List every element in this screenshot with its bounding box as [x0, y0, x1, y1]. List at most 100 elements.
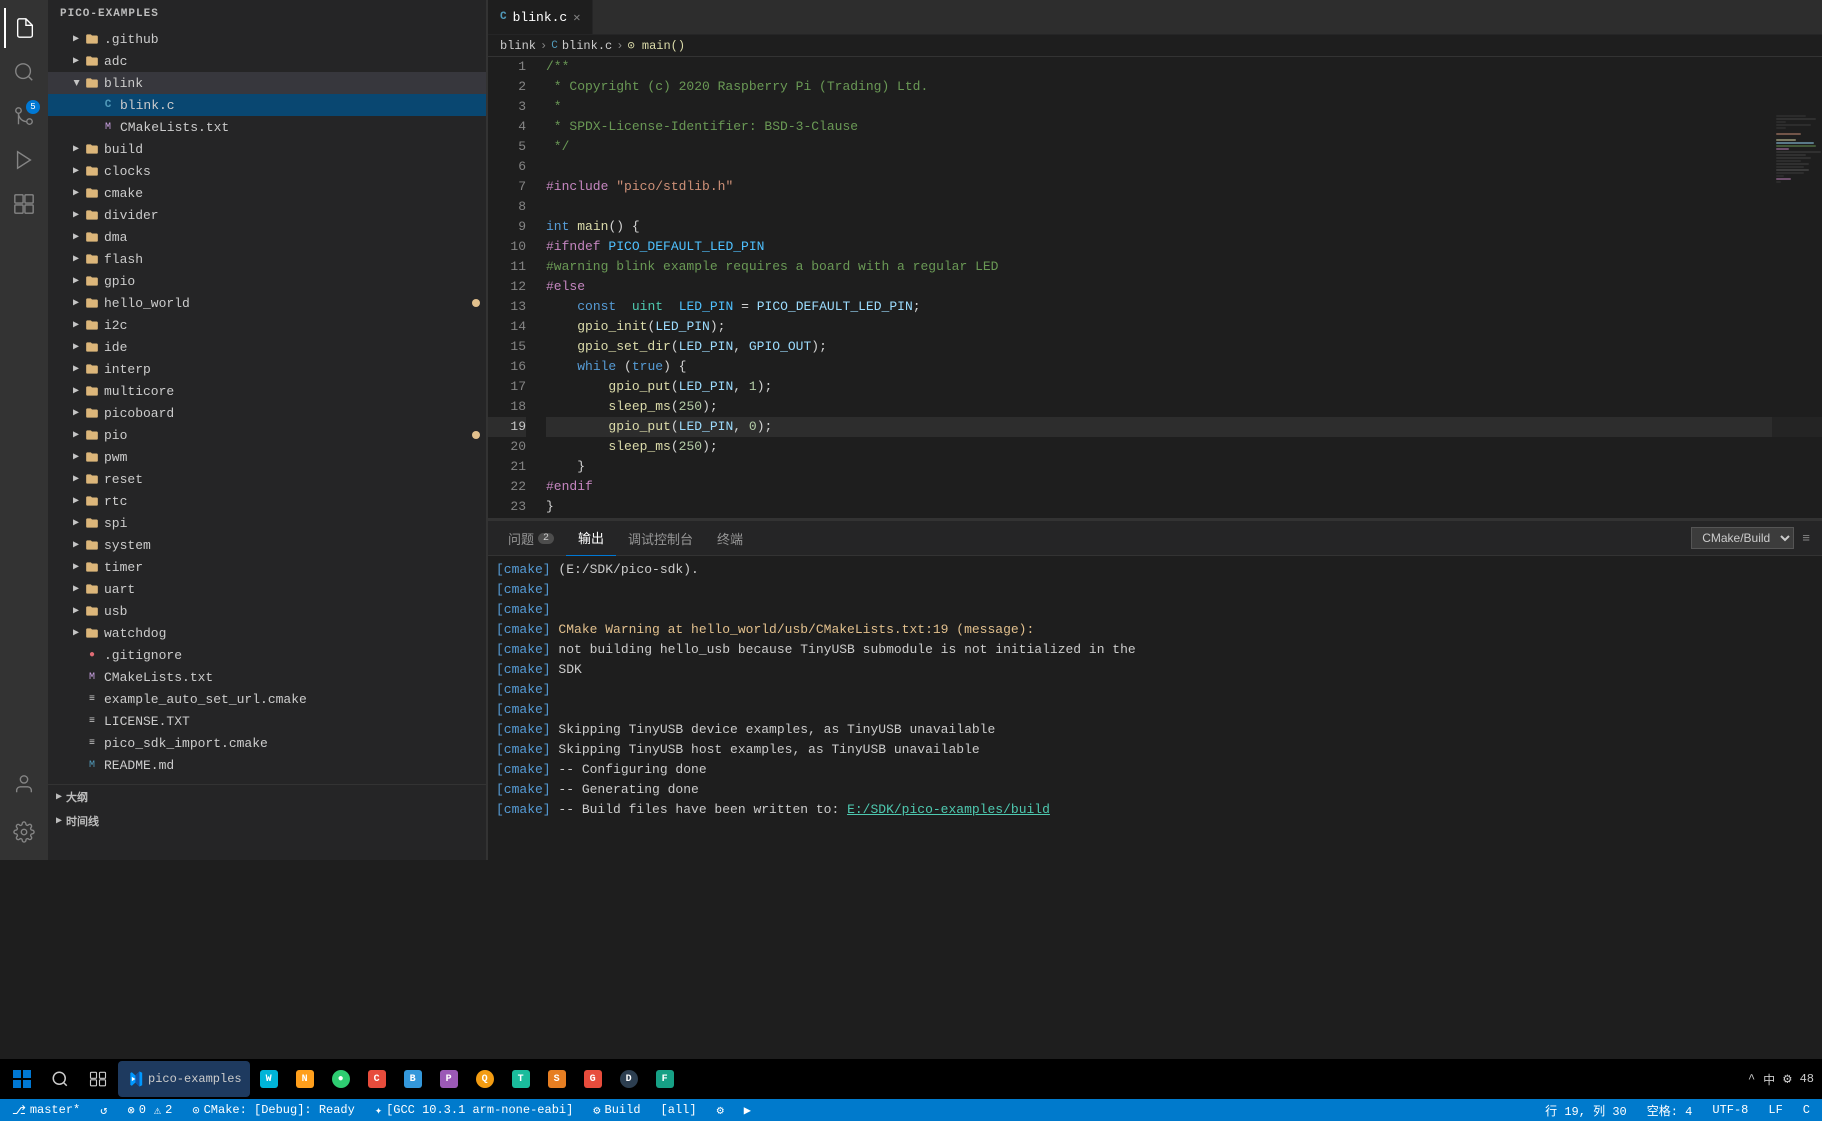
sidebar-item-ide[interactable]: ▶ ide: [48, 336, 488, 358]
tab-output[interactable]: 输出: [566, 521, 616, 556]
run-activitybar-icon[interactable]: [4, 140, 44, 180]
taskbar-app-5[interactable]: C: [360, 1061, 394, 1097]
sidebar-item-picoboard[interactable]: ▶ picoboard: [48, 402, 488, 424]
sidebar-item-license[interactable]: ▶ ≡ LICENSE.TXT: [48, 710, 488, 732]
taskbar-app-4[interactable]: ●: [324, 1061, 358, 1097]
git-branch-status[interactable]: ⎇ master*: [8, 1099, 84, 1121]
sidebar-item-uart[interactable]: ▶ uart: [48, 578, 488, 600]
code-content[interactable]: /** * Copyright (c) 2020 Raspberry Pi (T…: [538, 57, 1822, 520]
search-activitybar-icon[interactable]: [4, 52, 44, 92]
breadcrumb-item-blink[interactable]: blink: [500, 39, 536, 53]
taskbar-app-6[interactable]: B: [396, 1061, 430, 1097]
sidebar-item-cmakelists-root[interactable]: ▶ M CMakeLists.txt: [48, 666, 488, 688]
settings-activitybar-icon[interactable]: [4, 812, 44, 852]
language-mode-status[interactable]: C: [1799, 1099, 1814, 1121]
sidebar-item-system[interactable]: ▶ system: [48, 534, 488, 556]
terminal-dropdown[interactable]: CMake/Build: [1691, 527, 1794, 549]
sidebar-item-hello-world[interactable]: ▶ hello_world: [48, 292, 488, 314]
sidebar-item-label-cmakelists-root: CMakeLists.txt: [104, 670, 480, 685]
sidebar-item-multicore[interactable]: ▶ multicore: [48, 380, 488, 402]
sidebar-item-adc[interactable]: ▶ adc: [48, 50, 488, 72]
source-control-activitybar-icon[interactable]: 5: [4, 96, 44, 136]
tray-settings[interactable]: ⚙: [1783, 1071, 1791, 1088]
tab-terminal[interactable]: 终端: [705, 521, 755, 556]
explorer-icon[interactable]: [4, 8, 44, 48]
sidebar-item-interp[interactable]: ▶ interp: [48, 358, 488, 380]
start-button[interactable]: [4, 1061, 40, 1097]
timeline-section-header[interactable]: ▶ 时间线: [48, 809, 488, 833]
sidebar-item-label-github: .github: [104, 32, 480, 47]
taskbar-app-10[interactable]: S: [540, 1061, 574, 1097]
sidebar-item-build[interactable]: ▶ build: [48, 138, 488, 160]
tray-chevron[interactable]: ^: [1748, 1072, 1755, 1086]
folder-icon-i2c: [84, 317, 100, 333]
taskbar-app-11[interactable]: G: [576, 1061, 610, 1097]
taskbar-search[interactable]: [42, 1061, 78, 1097]
taskbar-app-13[interactable]: F: [648, 1061, 682, 1097]
tab-problems[interactable]: 问题 2: [496, 521, 566, 556]
cmake-status-item[interactable]: ⊙ CMake: [Debug]: Ready: [188, 1099, 358, 1121]
extensions-activitybar-icon[interactable]: [4, 184, 44, 224]
sidebar-item-github[interactable]: ▶ .github: [48, 28, 488, 50]
sidebar-item-clocks[interactable]: ▶ clocks: [48, 160, 488, 182]
breadcrumb-item-main[interactable]: ⊙ main(): [627, 38, 685, 53]
sidebar-item-pwm[interactable]: ▶ pwm: [48, 446, 488, 468]
sidebar-item-reset[interactable]: ▶ reset: [48, 468, 488, 490]
compiler-status[interactable]: ✦ [GCC 10.3.1 arm-none-eabi]: [371, 1099, 577, 1121]
taskbar-app-2[interactable]: W: [252, 1061, 286, 1097]
tab-debug-console[interactable]: 调试控制台: [616, 521, 705, 556]
sidebar-item-pio[interactable]: ▶ pio: [48, 424, 488, 446]
sync-status[interactable]: ↺: [96, 1099, 111, 1121]
sidebar-item-blink-c[interactable]: ▶ C blink.c: [48, 94, 488, 116]
taskbar-app-7[interactable]: P: [432, 1061, 466, 1097]
encoding-status[interactable]: UTF-8: [1708, 1099, 1752, 1121]
sidebar-item-rtc[interactable]: ▶ rtc: [48, 490, 488, 512]
sidebar-item-gitignore[interactable]: ▶ ● .gitignore: [48, 644, 488, 666]
sidebar-item-i2c[interactable]: ▶ i2c: [48, 314, 488, 336]
config-status[interactable]: ⚙: [713, 1099, 728, 1121]
taskbar-app-12[interactable]: D: [612, 1061, 646, 1097]
cursor-position-status[interactable]: 行 19, 列 30: [1541, 1099, 1631, 1121]
accounts-activitybar-icon[interactable]: [4, 764, 44, 804]
sidebar-item-label-pwm: pwm: [104, 450, 480, 465]
run-icon: ▶: [744, 1103, 751, 1118]
sidebar-item-divider[interactable]: ▶ divider: [48, 204, 488, 226]
tray-ime[interactable]: 中: [1763, 1071, 1775, 1088]
tray-area[interactable]: ^ 中 ⚙ 48: [1744, 1068, 1818, 1090]
sidebar-item-readme[interactable]: ▶ M README.md: [48, 754, 488, 776]
tray-time: 48: [1800, 1072, 1814, 1086]
sidebar-item-cmakelists-blink[interactable]: ▶ M CMakeLists.txt: [48, 116, 488, 138]
sidebar-item-gpio[interactable]: ▶ gpio: [48, 270, 488, 292]
build-status[interactable]: ⚙ Build: [589, 1099, 644, 1121]
errors-warnings-status[interactable]: ⊗ 0 ⚠ 2: [123, 1099, 176, 1121]
taskbar-taskview[interactable]: [80, 1061, 116, 1097]
indent-status[interactable]: 空格: 4: [1643, 1099, 1697, 1121]
sidebar-item-spi[interactable]: ▶ spi: [48, 512, 488, 534]
sidebar-item-flash[interactable]: ▶ flash: [48, 248, 488, 270]
sidebar-item-blink[interactable]: ▶ blink: [48, 72, 488, 94]
sidebar-item-example-auto[interactable]: ▶ ≡ example_auto_set_url.cmake: [48, 688, 488, 710]
taskbar-app-9[interactable]: T: [504, 1061, 538, 1097]
sidebar-item-label-build: build: [104, 142, 480, 157]
build-target-status[interactable]: [all]: [657, 1099, 701, 1121]
sidebar-item-timer[interactable]: ▶ timer: [48, 556, 488, 578]
tab-blink-c[interactable]: C blink.c ✕: [488, 0, 593, 34]
code-line-6: [546, 157, 1822, 177]
sidebar-item-dma[interactable]: ▶ dma: [48, 226, 488, 248]
taskbar-app-8[interactable]: Q: [468, 1061, 502, 1097]
taskbar-vscode[interactable]: pico-examples: [118, 1061, 250, 1097]
sidebar-item-cmake[interactable]: ▶ cmake: [48, 182, 488, 204]
outline-section-header[interactable]: ▶ 大纲: [48, 785, 488, 809]
line-ending-status[interactable]: LF: [1764, 1099, 1786, 1121]
sidebar-item-usb[interactable]: ▶ usb: [48, 600, 488, 622]
sidebar-item-pico-sdk-import[interactable]: ▶ ≡ pico_sdk_import.cmake: [48, 732, 488, 754]
terminal-content[interactable]: [cmake] (E:/SDK/pico-sdk). [cmake] [cmak…: [488, 556, 1822, 860]
terminal-link-build-path[interactable]: E:/SDK/pico-examples/build: [847, 802, 1050, 817]
terminal-menu-icon[interactable]: ≡: [1798, 531, 1814, 546]
sidebar-item-watchdog[interactable]: ▶ watchdog: [48, 622, 488, 644]
tab-close-icon[interactable]: ✕: [573, 10, 580, 25]
run-status[interactable]: ▶: [740, 1099, 755, 1121]
breadcrumb-item-blink-c[interactable]: blink.c: [562, 39, 612, 53]
taskbar-app-3[interactable]: N: [288, 1061, 322, 1097]
tree-arrow-reset: ▶: [68, 471, 84, 487]
